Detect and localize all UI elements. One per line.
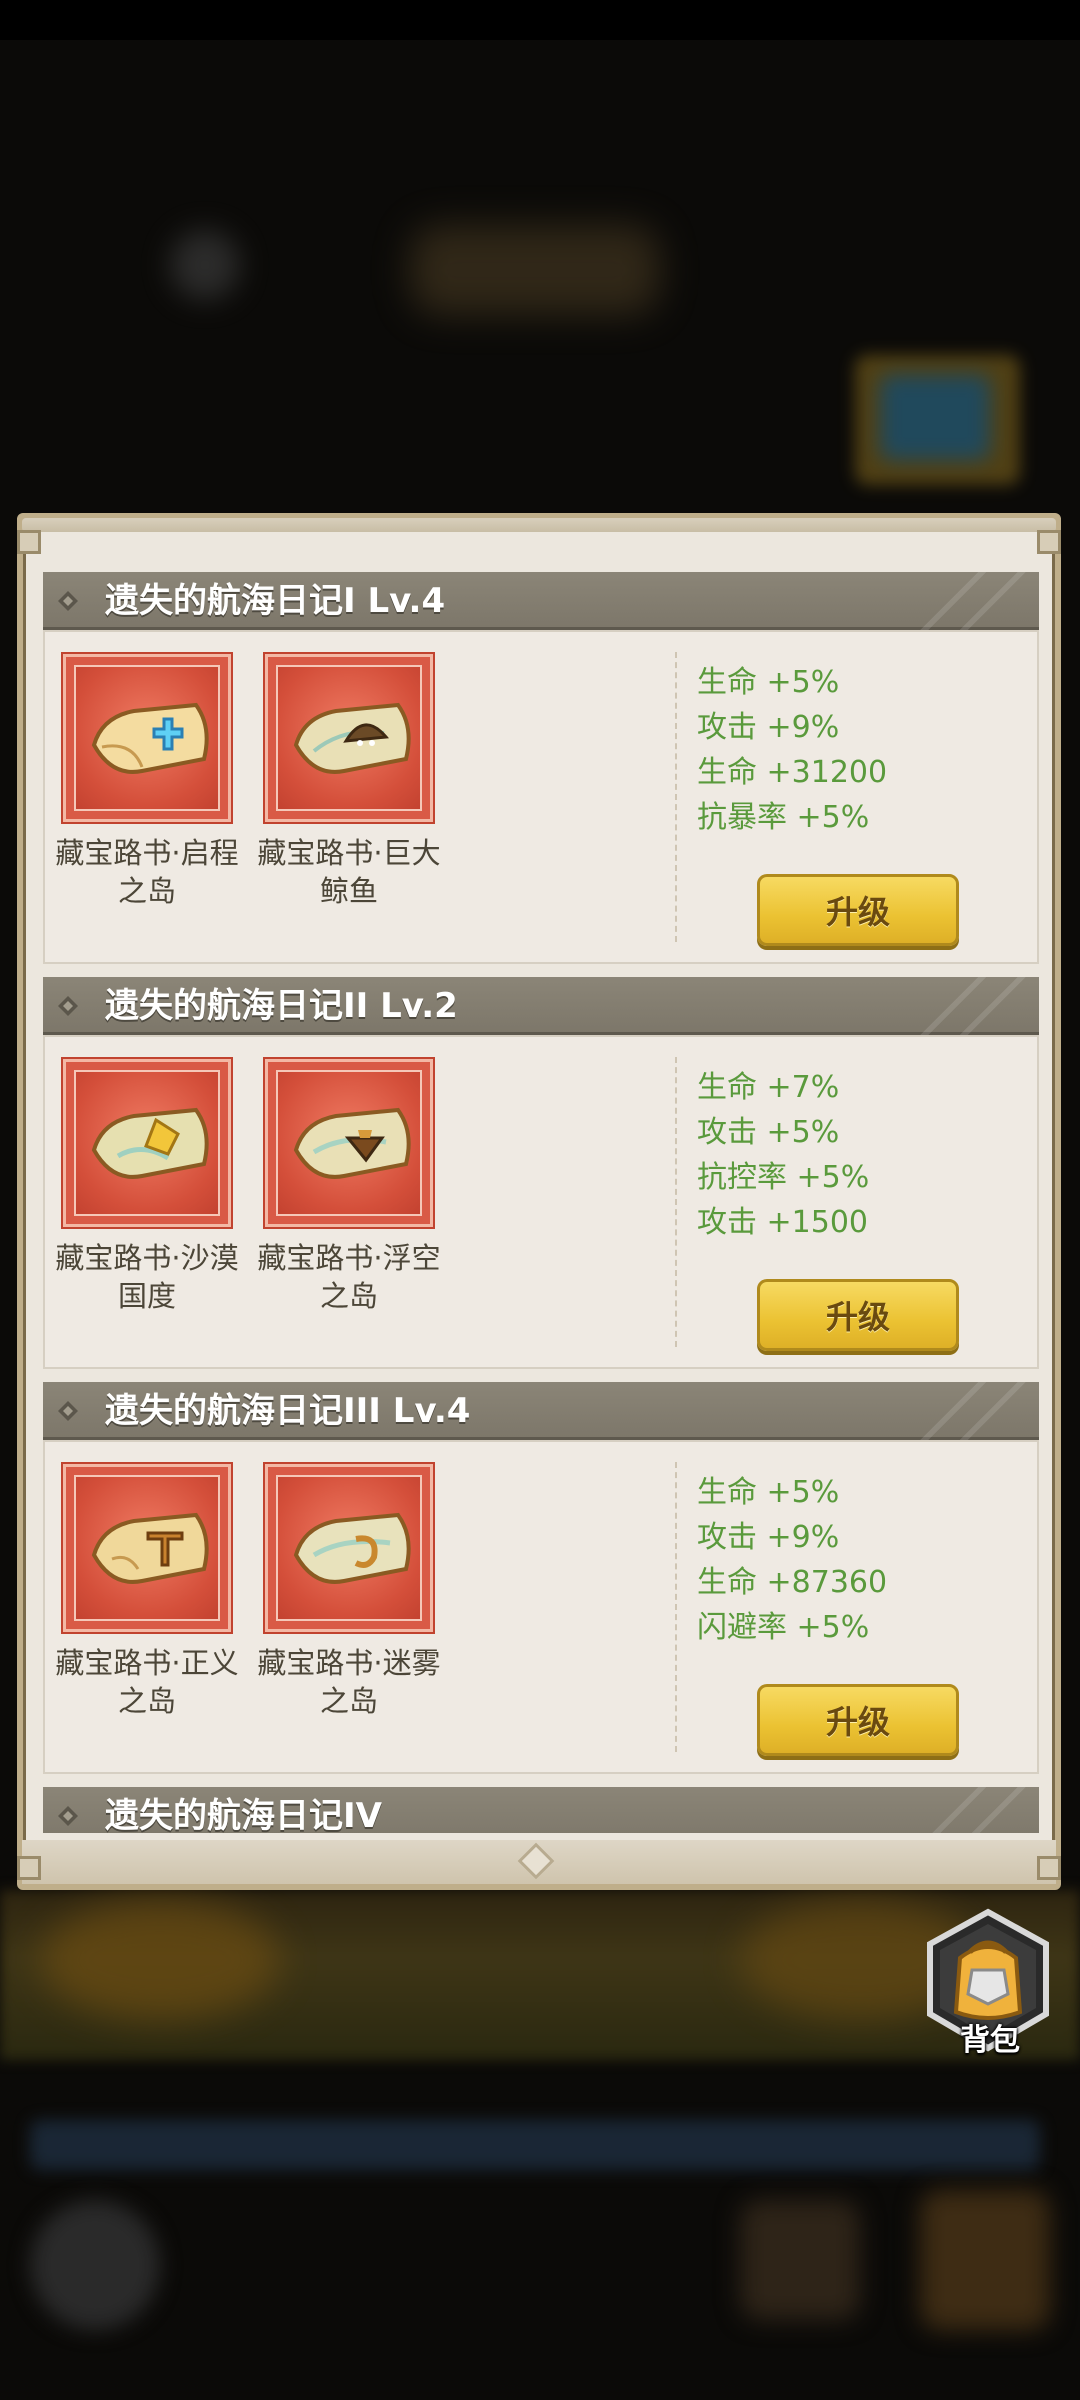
item-name-line: 之岛	[319, 1279, 378, 1313]
treasure-map-justice-icon	[91, 1512, 209, 1584]
item-name-line: 藏宝路书·正义	[55, 1646, 239, 1680]
stat-line: 攻击 +9%	[697, 1520, 840, 1555]
diamond-bullet-icon	[58, 1806, 78, 1826]
diamond-bullet-icon	[58, 996, 78, 1016]
stat-line: 攻击 +1500	[697, 1205, 869, 1240]
section-header: 遗失的航海日记III Lv.4	[43, 1382, 1039, 1440]
diamond-bullet-icon	[58, 1401, 78, 1421]
item-name-line: 藏宝路书·巨大	[257, 836, 441, 870]
section-body: 藏宝路书·正义 之岛 藏宝路书·迷雾 之岛 生命 +5% 攻击 +9% 生命 +…	[43, 1440, 1039, 1774]
upgrade-button[interactable]: 升级	[757, 1684, 959, 1756]
divider	[675, 1057, 677, 1347]
backpack-label: 背包	[960, 2023, 1020, 2058]
stat-list: 生命 +5% 攻击 +9% 生命 +31200 抗暴率 +5%	[697, 660, 887, 840]
section-body: 藏宝路书·沙漠 国度 藏宝路书·浮空 之岛 生命 +7% 攻击 +5% 抗控率 …	[43, 1035, 1039, 1369]
item-name-line: 国度	[117, 1279, 176, 1313]
stat-line: 闪避率 +5%	[697, 1610, 870, 1645]
section-title: 遗失的航海日记II Lv.2	[105, 986, 458, 1026]
item-name-line: 藏宝路书·浮空	[257, 1241, 441, 1275]
item-name-line: 藏宝路书·启程	[55, 836, 239, 870]
section-body: 藏宝路书·启程 之岛 藏宝路书·巨大 鲸鱼 生命 +5% 攻击 +9% 生命 +…	[43, 630, 1039, 964]
stat-line: 生命 +87360	[697, 1565, 888, 1600]
diamond-bullet-icon	[58, 591, 78, 611]
treasure-map-whale-icon	[293, 702, 411, 774]
item-name-line: 藏宝路书·沙漠	[55, 1241, 239, 1275]
treasure-map-floating-island-icon	[293, 1107, 411, 1179]
stat-list: 生命 +5% 攻击 +9% 生命 +87360 闪避率 +5%	[697, 1470, 887, 1650]
corner-ornament-bottom-left	[17, 1856, 41, 1880]
upgrade-button[interactable]: 升级	[757, 874, 959, 946]
upgrade-button[interactable]: 升级	[757, 1279, 959, 1351]
corner-ornament-top-left	[17, 530, 41, 554]
treasure-map-cross-icon	[91, 702, 209, 774]
item-name-line: 之岛	[319, 1684, 378, 1718]
item-name-line: 藏宝路书·迷雾	[257, 1646, 441, 1680]
section-title: 遗失的航海日记IV	[105, 1796, 382, 1833]
stat-line: 攻击 +5%	[697, 1115, 840, 1150]
corner-ornament-bottom-right	[1037, 1856, 1061, 1880]
stat-line: 攻击 +9%	[697, 710, 840, 745]
stat-line: 生命 +7%	[697, 1070, 840, 1105]
stat-line: 生命 +31200	[697, 755, 888, 790]
divider	[675, 1462, 677, 1752]
corner-ornament-top-right	[1037, 530, 1061, 554]
stat-line: 生命 +5%	[697, 665, 840, 700]
stat-list: 生命 +7% 攻击 +5% 抗控率 +5% 攻击 +1500	[697, 1065, 869, 1245]
journal-list[interactable]: 遗失的航海日记I Lv.4 藏宝路书·启程 之岛 藏宝路书·巨大 鲸鱼 生命 +…	[43, 570, 1039, 1833]
section-header: 遗失的航海日记I Lv.4	[43, 572, 1039, 630]
item-name-line: 之岛	[117, 874, 176, 908]
section-header: 遗失的航海日记II Lv.2	[43, 977, 1039, 1035]
section-title: 遗失的航海日记I Lv.4	[105, 581, 446, 621]
stat-line: 生命 +5%	[697, 1475, 840, 1510]
stat-line: 抗控率 +5%	[697, 1160, 870, 1195]
treasure-map-fog-icon	[293, 1512, 411, 1584]
panel-top-border	[22, 518, 1056, 532]
treasure-map-desert-icon	[91, 1107, 209, 1179]
divider	[675, 652, 677, 942]
section-header: 遗失的航海日记IV	[43, 1787, 1039, 1833]
item-name-line: 鲸鱼	[319, 874, 378, 908]
stat-line: 抗暴率 +5%	[697, 800, 870, 835]
section-title: 遗失的航海日记III Lv.4	[105, 1391, 471, 1431]
item-name-line: 之岛	[117, 1684, 176, 1718]
